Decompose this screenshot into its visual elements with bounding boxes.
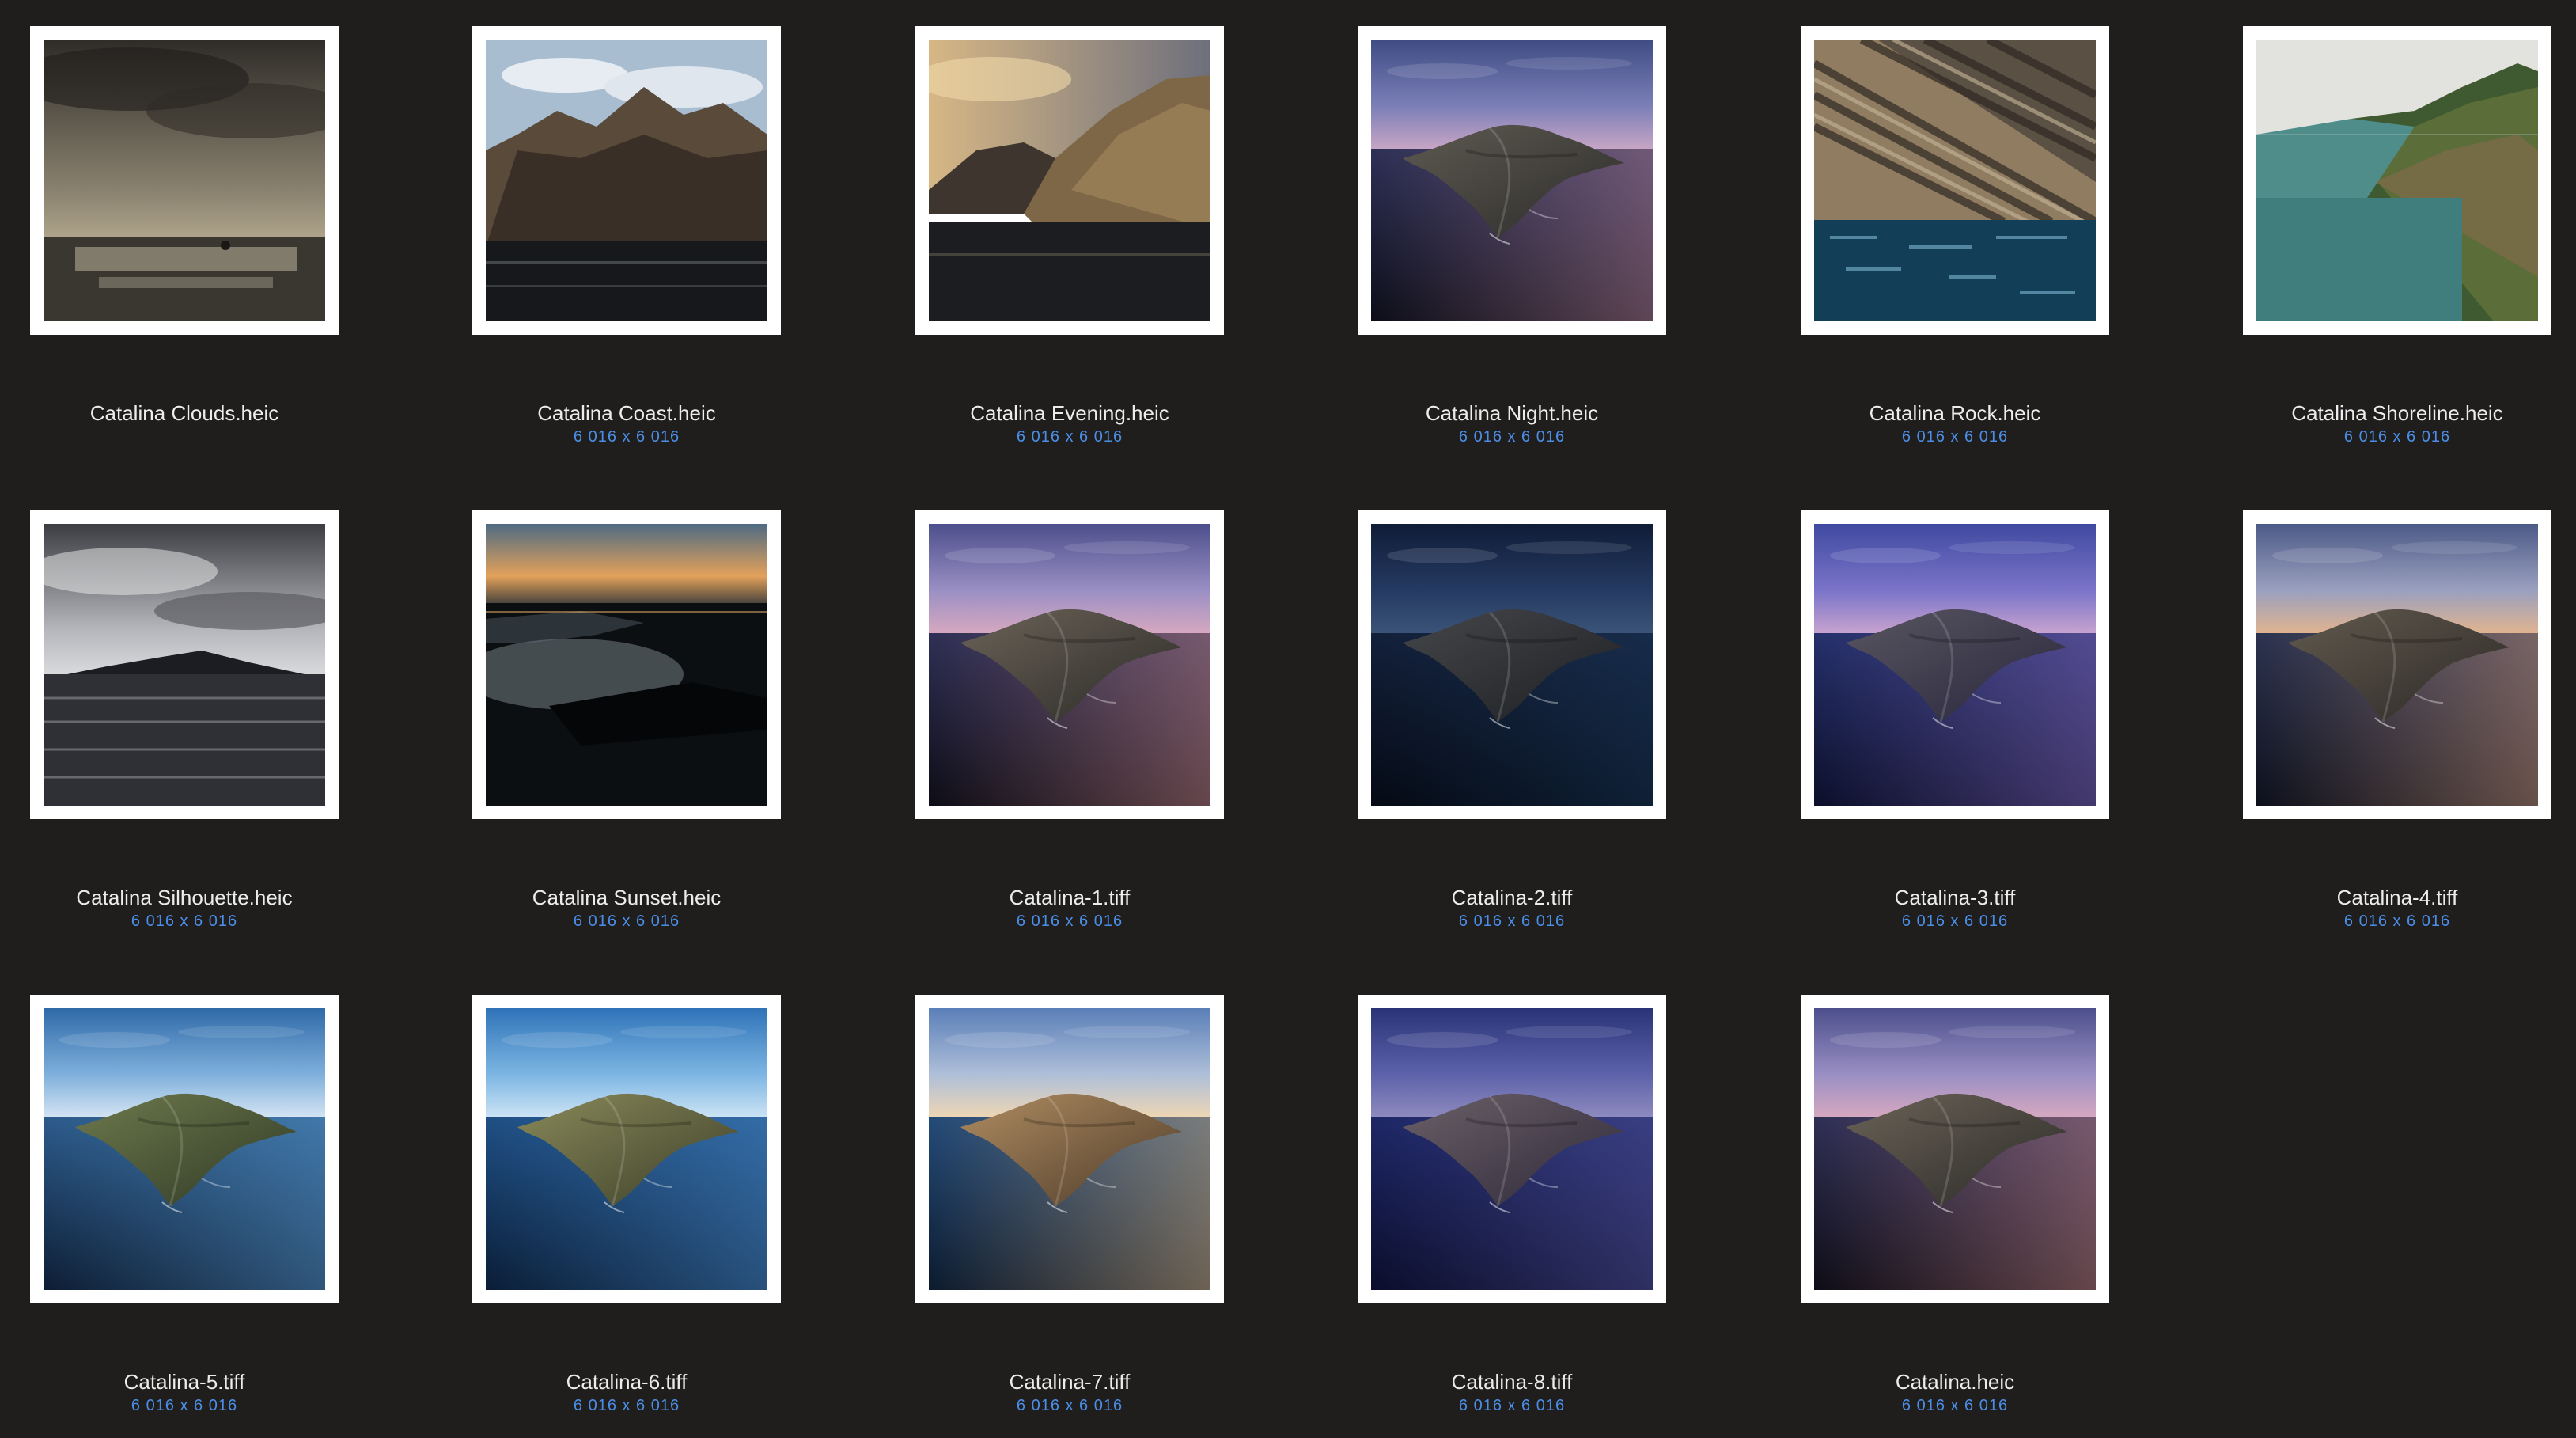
file-dimensions-label: 6 016 x 6 016	[131, 1397, 238, 1414]
file-thumbnail[interactable]	[472, 510, 781, 819]
file-dimensions-label: 6 016 x 6 016	[1458, 428, 1566, 446]
file-thumbnail[interactable]	[1801, 995, 2109, 1303]
file-name-label[interactable]: Catalina-2.tiff	[1290, 886, 1733, 909]
file-dimensions-label: 6 016 x 6 016	[2343, 428, 2451, 446]
file-name-label[interactable]: Catalina-8.tiff	[1290, 1370, 1733, 1394]
file-name-label[interactable]: Catalina-5.tiff	[0, 1370, 406, 1394]
file-thumbnail[interactable]	[915, 26, 1224, 335]
file-dimensions-label: 6 016 x 6 016	[1016, 428, 1123, 446]
file-dimensions-label: 6 016 x 6 016	[1016, 913, 1123, 930]
wallpaper-preview-image	[929, 1008, 1210, 1290]
wallpaper-preview-image	[1814, 524, 2096, 806]
file-dimensions-label: 6 016 x 6 016	[573, 1397, 680, 1414]
wallpaper-preview-image	[1814, 40, 2096, 321]
wallpaper-preview-image	[929, 40, 1210, 321]
file-thumbnail[interactable]	[1358, 995, 1666, 1303]
wallpaper-preview-image	[929, 524, 1210, 806]
file-thumbnail[interactable]	[30, 510, 339, 819]
file-thumbnail[interactable]	[2243, 510, 2551, 819]
file-thumbnail[interactable]	[2243, 26, 2551, 335]
wallpaper-preview-image	[1814, 1008, 2096, 1290]
file-dimensions-label: 6 016 x 6 016	[1901, 1397, 2009, 1414]
file-item[interactable]: Catalina Shoreline.heic 6 016 x 6 016	[2243, 26, 2576, 469]
file-dimensions-label: 6 016 x 6 016	[1458, 913, 1566, 930]
file-name-label[interactable]: Catalina-6.tiff	[405, 1370, 848, 1394]
file-name-label[interactable]: Catalina Evening.heic	[848, 401, 1291, 425]
file-dimensions-label: 6 016 x 6 016	[1901, 913, 2009, 930]
wallpaper-preview-image	[44, 524, 325, 806]
wallpaper-preview-image	[2256, 524, 2538, 806]
file-icon-grid: Catalina Clouds.heic Catalina Coast.heic…	[0, 0, 2576, 1418]
file-dimensions-label: 6 016 x 6 016	[1016, 1397, 1123, 1414]
wallpaper-preview-image	[44, 1008, 325, 1290]
file-thumbnail[interactable]	[30, 995, 339, 1303]
wallpaper-preview-image	[486, 1008, 767, 1290]
wallpaper-preview-image	[1371, 1008, 1653, 1290]
file-dimensions-label: 6 016 x 6 016	[1458, 1397, 1566, 1414]
file-dimensions-label: 6 016 x 6 016	[2343, 913, 2451, 930]
file-name-label[interactable]: Catalina.heic	[1733, 1370, 2176, 1394]
file-dimensions-label: 6 016 x 6 016	[573, 428, 680, 446]
file-name-label[interactable]: Catalina-4.tiff	[2176, 886, 2576, 909]
file-thumbnail[interactable]	[1358, 26, 1666, 335]
file-dimensions-label: 6 016 x 6 016	[131, 913, 238, 930]
file-thumbnail[interactable]	[915, 510, 1224, 819]
file-name-label[interactable]: Catalina Coast.heic	[405, 401, 848, 425]
file-name-label[interactable]: Catalina Clouds.heic	[0, 401, 406, 425]
wallpaper-preview-image	[44, 40, 325, 321]
wallpaper-preview-image	[1371, 524, 1653, 806]
file-thumbnail[interactable]	[1801, 26, 2109, 335]
file-dimensions-label: 6 016 x 6 016	[1901, 428, 2009, 446]
wallpaper-preview-image	[486, 40, 767, 321]
file-thumbnail[interactable]	[472, 995, 781, 1303]
file-name-label[interactable]: Catalina-7.tiff	[848, 1370, 1291, 1394]
file-thumbnail[interactable]	[1801, 510, 2109, 819]
file-item[interactable]: Catalina-4.tiff 6 016 x 6 016	[2243, 510, 2576, 954]
file-name-label[interactable]: Catalina Rock.heic	[1733, 401, 2176, 425]
file-thumbnail[interactable]	[1358, 510, 1666, 819]
file-name-label[interactable]: Catalina Night.heic	[1290, 401, 1733, 425]
wallpaper-preview-image	[1371, 40, 1653, 321]
file-thumbnail[interactable]	[30, 26, 339, 335]
wallpaper-preview-image	[2256, 40, 2538, 321]
file-dimensions-label: 6 016 x 6 016	[573, 913, 680, 930]
wallpaper-preview-image	[486, 524, 767, 806]
file-name-label[interactable]: Catalina Silhouette.heic	[0, 886, 406, 909]
file-name-label[interactable]: Catalina Shoreline.heic	[2176, 401, 2576, 425]
file-thumbnail[interactable]	[915, 995, 1224, 1303]
file-thumbnail[interactable]	[472, 26, 781, 335]
file-name-label[interactable]: Catalina Sunset.heic	[405, 886, 848, 909]
file-name-label[interactable]: Catalina-1.tiff	[848, 886, 1291, 909]
file-item[interactable]: Catalina.heic 6 016 x 6 016	[1801, 995, 2244, 1438]
file-name-label[interactable]: Catalina-3.tiff	[1733, 886, 2176, 909]
